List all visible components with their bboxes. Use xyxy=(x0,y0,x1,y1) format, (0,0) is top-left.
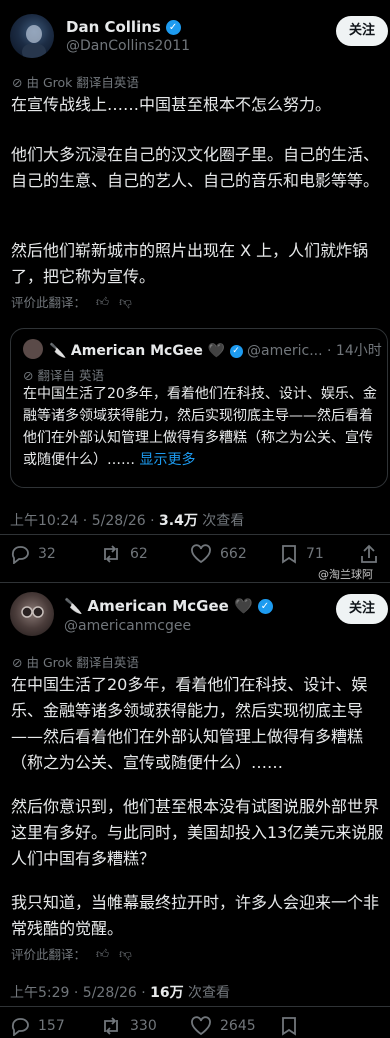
repost-count: 62 xyxy=(130,546,148,562)
repost-button[interactable]: 62 xyxy=(100,544,190,564)
author-handle[interactable]: @DanCollins2011 xyxy=(66,38,190,54)
post-meta: 上午5:29 · 5/28/26 · 16万 次查看 xyxy=(10,982,230,1002)
follow-button[interactable]: 关注 xyxy=(336,16,388,46)
bookmark-button[interactable] xyxy=(280,1016,360,1036)
grok-icon: ⊘ xyxy=(12,655,23,670)
translation-label: 由 Grok 翻译自英语 xyxy=(26,75,139,90)
post-timestamp[interactable]: 上午10:24 · 5/28/26 · xyxy=(10,513,159,529)
translation-label: 由 Grok 翻译自英语 xyxy=(26,655,139,670)
author-name[interactable]: Dan Collins xyxy=(66,18,161,36)
quote-author-handle: @americ... xyxy=(247,343,323,359)
post-text-p2: 他们大多沉浸在自己的汉文化圈子里。自己的生活、自己的生意、自己的艺人、自己的音乐… xyxy=(11,145,380,190)
reply-count: 32 xyxy=(38,546,56,562)
divider xyxy=(0,534,390,535)
views-label: 次查看 xyxy=(197,513,245,529)
verified-badge-icon: ✓ xyxy=(229,344,243,358)
divider xyxy=(0,1006,390,1007)
repost-icon xyxy=(104,1017,118,1035)
follow-button[interactable]: 关注 xyxy=(336,594,388,624)
quote-time: · 14小时 xyxy=(327,343,382,359)
share-button[interactable] xyxy=(360,544,378,564)
post-text-p1: 在宣传战线上……中国甚至根本不怎么努力。 xyxy=(11,95,332,114)
translation-note: ⊘ 由 Grok 翻译自英语 xyxy=(12,72,139,91)
bookmark-button[interactable]: 71 xyxy=(280,544,360,564)
thumbs-down-icon[interactable]: 👎︎ xyxy=(119,946,132,962)
rate-translation-label: 评价此翻译： xyxy=(11,947,87,962)
heart-icon xyxy=(191,544,211,564)
post-text-p1: 在中国生活了20多年，看着他们在科技、设计、娱乐、金融等诸多领域获得能力，然后实… xyxy=(11,675,368,772)
grok-icon: ⊘ xyxy=(23,368,34,383)
quote-author-name: American McGee 🖤 xyxy=(70,343,226,359)
reply-icon xyxy=(11,546,29,564)
reply-button[interactable]: 32 xyxy=(10,544,100,564)
action-bar: 157 330 2645 xyxy=(10,1014,390,1038)
avatar-figure-icon xyxy=(21,606,44,618)
bookmark-icon xyxy=(282,545,296,564)
quote-text: 在中国生活了20多年，看着他们在科技、设计、娱乐、金融等诸多领域获得能力，然后实… xyxy=(23,383,377,471)
bookmark-icon xyxy=(282,1017,296,1036)
author-name[interactable]: American McGee 🖤 xyxy=(87,597,252,615)
avatar[interactable] xyxy=(10,592,54,636)
action-bar: 32 62 662 71 xyxy=(10,542,390,566)
verified-badge-icon: ✓ xyxy=(257,599,273,614)
like-button[interactable]: 662 xyxy=(190,544,280,564)
rate-translation: 评价此翻译： 👍︎ 👎︎ xyxy=(11,944,132,963)
post-timestamp[interactable]: 上午5:29 · 5/28/26 · xyxy=(10,985,150,1001)
quote-text-body: 在中国生活了20多年，看着他们在科技、设计、娱乐、金融等诸多领域获得能力，然后实… xyxy=(23,386,377,468)
post-text-p3: 我只知道，当帷幕最终拉开时，许多人会迎来一个非常残酷的觉醒。 xyxy=(11,893,380,938)
avatar-figure-icon xyxy=(22,25,46,58)
author-row: Dan Collins ✓ xyxy=(66,18,181,36)
reply-icon xyxy=(11,1018,29,1036)
quote-author-row: 🔪 American McGee 🖤 ✓ @americ... · 14小时 xyxy=(49,340,382,360)
thumbs-up-icon[interactable]: 👍︎ xyxy=(96,946,109,962)
views-label: 次查看 xyxy=(183,985,231,1001)
heart-icon xyxy=(191,1016,211,1036)
thumbs-down-icon[interactable]: 👎︎ xyxy=(119,294,132,310)
knife-icon: 🔪 xyxy=(64,597,83,615)
bookmark-count: 71 xyxy=(306,546,324,562)
watermark: @淘兰球阿 xyxy=(318,568,373,581)
post-separator xyxy=(0,582,390,583)
quote-avatar xyxy=(23,339,43,359)
grok-icon: ⊘ xyxy=(12,75,23,90)
reply-button[interactable]: 157 xyxy=(10,1016,100,1036)
quote-translation-note: ⊘ 翻译自 英语 xyxy=(23,365,104,384)
knife-icon: 🔪 xyxy=(49,343,67,359)
rate-translation-label: 评价此翻译： xyxy=(11,295,87,310)
like-count: 2645 xyxy=(220,1018,256,1034)
view-count: 3.4万 xyxy=(159,513,198,529)
view-count: 16万 xyxy=(150,985,184,1001)
repost-count: 330 xyxy=(130,1018,157,1034)
like-button[interactable]: 2645 xyxy=(190,1016,280,1036)
author-row: 🔪 American McGee 🖤 ✓ xyxy=(64,597,273,615)
avatar[interactable] xyxy=(10,14,54,58)
post-text-p3: 然后他们崭新城市的照片出现在 X 上，人们就炸锅了，把它称为宣传。 xyxy=(11,241,369,286)
author-handle[interactable]: @americanmcgee xyxy=(64,618,191,634)
translation-note: ⊘ 由 Grok 翻译自英语 xyxy=(12,652,139,671)
share-icon xyxy=(361,544,377,563)
like-count: 662 xyxy=(220,546,247,562)
quote-translation-label: 翻译自 英语 xyxy=(37,368,104,383)
show-more-link[interactable]: 显示更多 xyxy=(139,452,195,468)
quoted-post[interactable]: 🔪 American McGee 🖤 ✓ @americ... · 14小时 ⊘… xyxy=(10,328,388,488)
post-text-p2: 然后你意识到，他们甚至根本没有试图说服外部世界这里有多好。与此同时，美国却投入1… xyxy=(11,797,384,868)
verified-badge-icon: ✓ xyxy=(165,20,181,35)
thumbs-up-icon[interactable]: 👍︎ xyxy=(96,294,109,310)
repost-icon xyxy=(104,545,118,563)
reply-count: 157 xyxy=(38,1018,65,1034)
post-meta: 上午10:24 · 5/28/26 · 3.4万 次查看 xyxy=(10,510,244,530)
repost-button[interactable]: 330 xyxy=(100,1016,190,1036)
rate-translation: 评价此翻译： 👍︎ 👎︎ xyxy=(11,292,132,311)
